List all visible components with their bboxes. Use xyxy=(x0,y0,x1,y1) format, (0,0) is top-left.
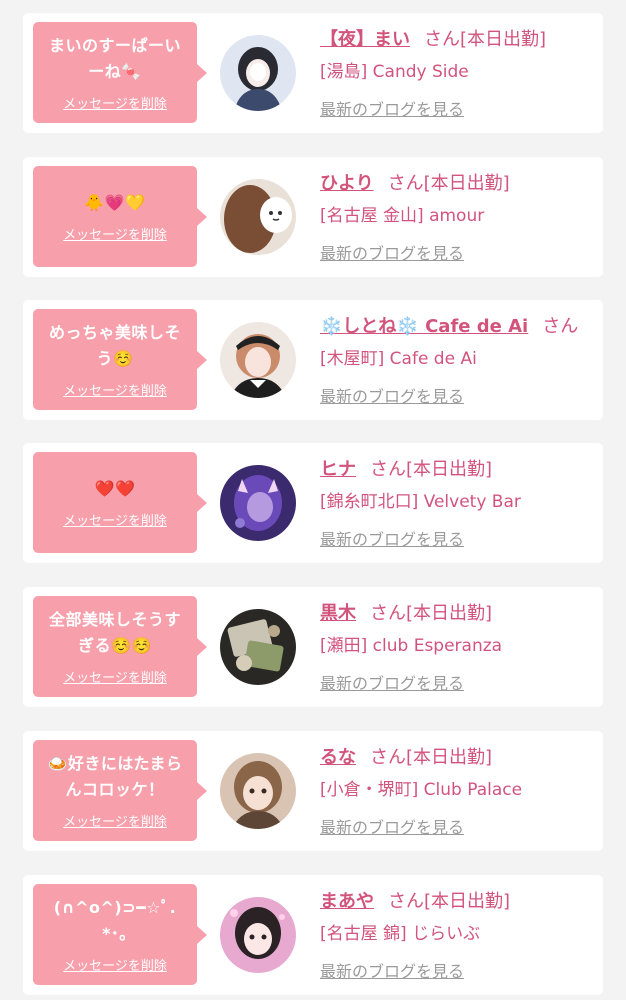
girl-portrait-icon xyxy=(220,465,296,541)
delete-message-button[interactable]: メッセージを削除 xyxy=(63,510,167,529)
avatar[interactable] xyxy=(220,35,296,111)
latest-blog-link[interactable]: 最新のブログを見る xyxy=(320,813,595,843)
latest-blog-link[interactable]: 最新のブログを見る xyxy=(320,669,595,699)
latest-blog-link[interactable]: 最新のブログを見る xyxy=(320,525,595,555)
message-card: ❤️❤️ メッセージを削除 ヒナ さん[本日出勤] [錦糸町北口] Velvety… xyxy=(23,443,603,563)
shop-name: [錦糸町北口] Velvety Bar xyxy=(320,492,521,512)
message-card: まいのすーぱーいーね🍬 メッセージを削除 【夜】まい さん[本日出勤] [湯島] … xyxy=(23,13,603,133)
delete-message-button[interactable]: メッセージを削除 xyxy=(63,380,167,399)
delete-message-button[interactable]: メッセージを削除 xyxy=(63,667,167,686)
latest-blog-link[interactable]: 最新のブログを見る xyxy=(320,95,595,125)
status-text: [本日出勤] xyxy=(460,29,547,50)
status-text: [本日出勤] xyxy=(406,603,493,624)
message-text: まいのすーぱーいーね🍬 xyxy=(48,36,181,81)
status-text: [本日出勤] xyxy=(424,891,511,912)
shop-name: [湯島] Candy Side xyxy=(320,62,469,82)
card-info: 【夜】まい さん[本日出勤] [湯島] Candy Side 最新のブログを見る xyxy=(320,25,595,125)
cast-name-link[interactable]: ひより xyxy=(320,173,374,194)
message-list: まいのすーぱーいーね🍬 メッセージを削除 【夜】まい さん[本日出勤] [湯島] … xyxy=(0,0,626,1000)
message-bubble: 🍛好きにはたまらんコロッケ！ メッセージを削除 xyxy=(33,740,207,841)
card-info: ヒナ さん[本日出勤] [錦糸町北口] Velvety Bar 最新のブログを見る xyxy=(320,455,595,555)
card-info: ひより さん[本日出勤] [名古屋 金山] amour 最新のブログを見る xyxy=(320,169,595,269)
message-card: 🐥💗💛 メッセージを削除 ひより さん[本日出勤] [名古屋 金山] amour … xyxy=(23,157,603,277)
status-text: [本日出勤] xyxy=(423,173,510,194)
cast-name-link[interactable]: るな xyxy=(320,747,356,768)
honorific: さん xyxy=(370,603,406,624)
delete-message-button[interactable]: メッセージを削除 xyxy=(63,224,167,243)
message-text: 🍛好きにはたまらんコロッケ！ xyxy=(47,754,183,799)
message-card: めっちゃ美味しそう☺️ メッセージを削除 ❄️しとね❄️ Cafe de Ai さ… xyxy=(23,300,603,420)
cast-name-link[interactable]: まあや xyxy=(320,891,374,912)
message-text: ❤️❤️ xyxy=(94,479,136,498)
delete-message-button[interactable]: メッセージを削除 xyxy=(63,955,167,974)
shop-name: [名古屋 金山] amour xyxy=(320,206,485,226)
honorific: さん xyxy=(388,891,424,912)
avatar[interactable] xyxy=(220,753,296,829)
food-photo-icon xyxy=(220,609,296,685)
avatar[interactable] xyxy=(220,179,296,255)
avatar[interactable] xyxy=(220,609,296,685)
message-bubble: ❤️❤️ メッセージを削除 xyxy=(33,452,207,553)
latest-blog-link[interactable]: 最新のブログを見る xyxy=(320,957,595,987)
avatar[interactable] xyxy=(220,897,296,973)
status-text: [本日出勤] xyxy=(406,459,493,480)
message-text: 全部美味しそうすぎる☺️☺️ xyxy=(48,610,181,655)
cast-name-link[interactable]: 【夜】まい xyxy=(320,29,410,50)
card-info: ❄️しとね❄️ Cafe de Ai さん [木屋町] Cafe de Ai 最新… xyxy=(320,312,595,412)
message-text: (∩^o^)⊃━☆ﾟ.*･｡ xyxy=(53,898,177,943)
girl-portrait-icon xyxy=(220,35,296,111)
latest-blog-link[interactable]: 最新のブログを見る xyxy=(320,239,595,269)
card-info: 黒木 さん[本日出勤] [瀬田] club Esperanza 最新のブログを見る xyxy=(320,599,595,699)
message-bubble: 🐥💗💛 メッセージを削除 xyxy=(33,166,207,267)
status-text: [本日出勤] xyxy=(406,747,493,768)
girl-portrait-icon xyxy=(220,179,296,255)
shop-name: [木屋町] Cafe de Ai xyxy=(320,349,477,369)
message-card: 🍛好きにはたまらんコロッケ！ メッセージを削除 るな さん[本日出勤] [小倉・堺… xyxy=(23,731,603,851)
cast-name-link[interactable]: 黒木 xyxy=(320,603,356,624)
girl-portrait-icon xyxy=(220,322,296,398)
message-bubble: めっちゃ美味しそう☺️ メッセージを削除 xyxy=(33,309,207,410)
girl-portrait-icon xyxy=(220,753,296,829)
latest-blog-link[interactable]: 最新のブログを見る xyxy=(320,382,595,412)
delete-message-button[interactable]: メッセージを削除 xyxy=(63,93,167,112)
message-bubble: (∩^o^)⊃━☆ﾟ.*･｡ メッセージを削除 xyxy=(33,884,207,985)
message-text: 🐥💗💛 xyxy=(84,193,146,212)
shop-name: [名古屋 錦] じらいぶ xyxy=(320,924,481,944)
card-info: まあや さん[本日出勤] [名古屋 錦] じらいぶ 最新のブログを見る xyxy=(320,887,595,987)
message-card: 全部美味しそうすぎる☺️☺️ メッセージを削除 黒木 さん[本日出勤] [瀬田] … xyxy=(23,587,603,707)
message-text: めっちゃ美味しそう☺️ xyxy=(48,323,181,368)
honorific: さん xyxy=(387,173,424,194)
card-info: るな さん[本日出勤] [小倉・堺町] Club Palace 最新のブログを見る xyxy=(320,743,595,843)
cast-name-link[interactable]: ヒナ xyxy=(320,459,356,480)
message-bubble: まいのすーぱーいーね🍬 メッセージを削除 xyxy=(33,22,207,123)
avatar[interactable] xyxy=(220,465,296,541)
message-bubble: 全部美味しそうすぎる☺️☺️ メッセージを削除 xyxy=(33,596,207,697)
message-card: (∩^o^)⊃━☆ﾟ.*･｡ メッセージを削除 まあや さん[本日出勤] [名古屋… xyxy=(23,875,603,995)
cast-name-link[interactable]: ❄️しとね❄️ Cafe de Ai xyxy=(320,316,528,337)
honorific: さん xyxy=(370,747,406,768)
honorific: さん xyxy=(370,459,406,480)
shop-name: [小倉・堺町] Club Palace xyxy=(320,780,523,800)
avatar[interactable] xyxy=(220,322,296,398)
girl-portrait-icon xyxy=(220,897,296,973)
shop-name: [瀬田] club Esperanza xyxy=(320,636,503,656)
honorific: さん xyxy=(542,316,579,337)
delete-message-button[interactable]: メッセージを削除 xyxy=(63,811,167,830)
honorific: さん xyxy=(424,29,460,50)
